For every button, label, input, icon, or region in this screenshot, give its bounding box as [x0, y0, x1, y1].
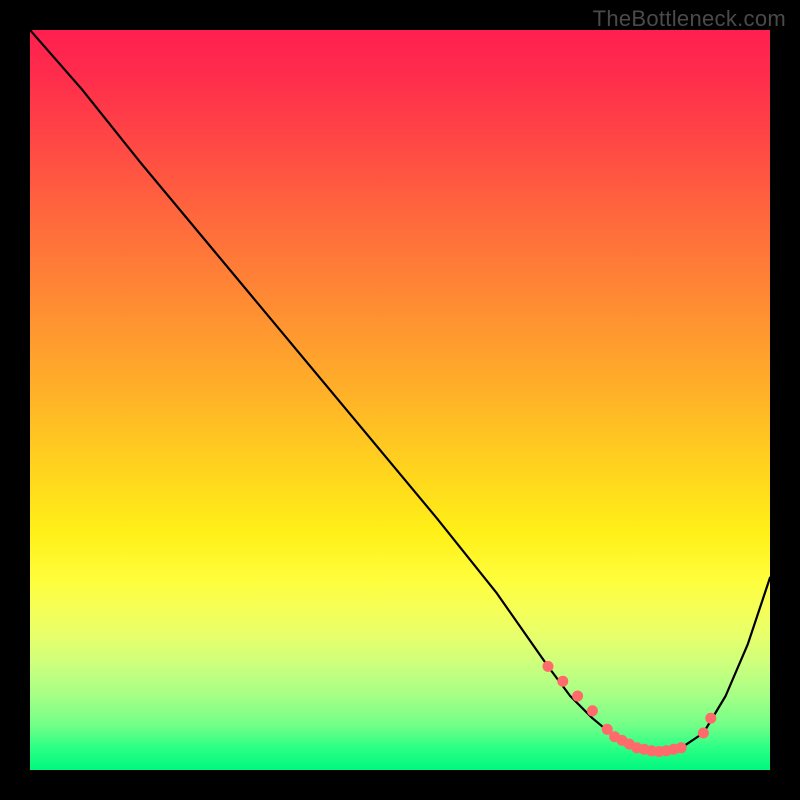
marker-dot [558, 676, 568, 686]
chart-frame: TheBottleneck.com [0, 0, 800, 800]
marker-dot [543, 661, 553, 671]
curve-layer [30, 30, 770, 770]
marker-dot [698, 728, 708, 738]
marker-dot [706, 713, 716, 723]
marker-dot [587, 706, 597, 716]
main-curve [30, 30, 770, 752]
marker-dot [602, 724, 612, 734]
plot-area [30, 30, 770, 770]
watermark-text: TheBottleneck.com [593, 6, 786, 32]
marker-dot [573, 691, 583, 701]
marker-dot [676, 743, 686, 753]
